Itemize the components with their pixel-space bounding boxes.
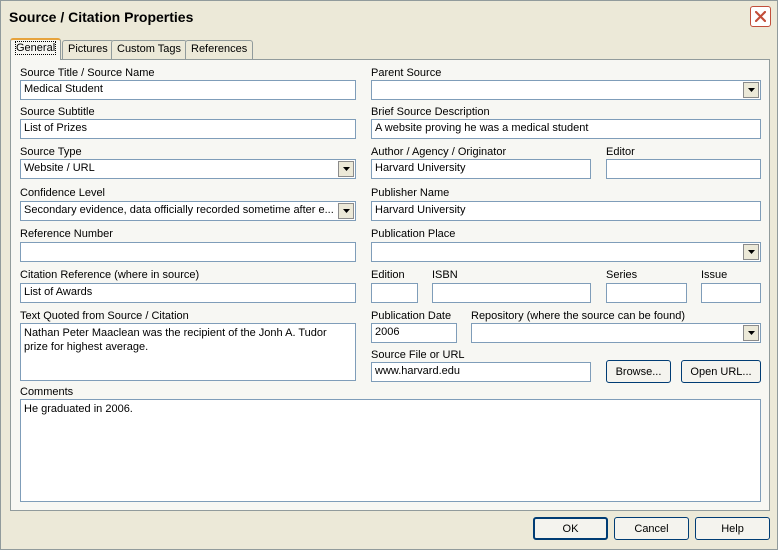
issue-input[interactable] — [701, 283, 761, 303]
parent-source-dropdown-arrow[interactable] — [743, 82, 759, 98]
comments-label: Comments — [20, 386, 74, 398]
author-label: Author / Agency / Originator — [371, 146, 507, 158]
close-button[interactable] — [750, 6, 771, 27]
publisher-name-label: Publisher Name — [371, 187, 450, 199]
edition-label: Edition — [371, 269, 405, 281]
brief-description-input[interactable]: A website proving he was a medical stude… — [371, 119, 761, 139]
text-quoted-label: Text Quoted from Source / Citation — [20, 310, 189, 322]
repository-select[interactable] — [471, 323, 761, 343]
repository-dropdown-arrow[interactable] — [743, 325, 759, 341]
source-title-label: Source Title / Source Name — [20, 67, 155, 79]
citation-reference-label: Citation Reference (where in source) — [20, 269, 200, 281]
editor-input[interactable] — [606, 159, 761, 179]
publication-place-dropdown-arrow[interactable] — [743, 244, 759, 260]
source-type-label: Source Type — [20, 146, 82, 158]
confidence-level-dropdown-arrow[interactable] — [338, 203, 354, 219]
dialog-window: Source / Citation Properties General Pic… — [0, 0, 778, 550]
comments-textarea[interactable]: He graduated in 2006. — [20, 399, 761, 502]
series-input[interactable] — [606, 283, 687, 303]
editor-label: Editor — [606, 146, 635, 158]
publisher-name-input[interactable]: Harvard University — [371, 201, 761, 221]
chevron-down-icon — [747, 331, 755, 335]
browse-button[interactable]: Browse... — [606, 360, 671, 383]
tab-general[interactable]: General — [10, 38, 62, 60]
reference-number-input[interactable] — [20, 242, 356, 262]
repository-label: Repository (where the source can be foun… — [471, 310, 686, 322]
text-quoted-textarea[interactable]: Nathan Peter Maaclean was the recipient … — [20, 323, 356, 381]
edition-input[interactable] — [371, 283, 418, 303]
chevron-down-icon — [342, 209, 350, 213]
source-title-input[interactable]: Medical Student — [20, 80, 356, 100]
confidence-level-label: Confidence Level — [20, 187, 106, 199]
tab-references[interactable]: References — [185, 40, 254, 59]
source-type-value: Website / URL — [24, 162, 95, 174]
tab-pictures[interactable]: Pictures — [62, 40, 114, 59]
citation-reference-input[interactable]: List of Awards — [20, 283, 356, 303]
cancel-button[interactable]: Cancel — [614, 517, 689, 540]
author-input[interactable]: Harvard University — [371, 159, 591, 179]
brief-description-label: Brief Source Description — [371, 106, 490, 118]
chevron-down-icon — [747, 250, 755, 254]
dialog-footer: OK Cancel Help — [1, 513, 777, 549]
publication-place-label: Publication Place — [371, 228, 456, 240]
source-file-input[interactable]: www.harvard.edu — [371, 362, 591, 382]
series-label: Series — [606, 269, 638, 281]
reference-number-label: Reference Number — [20, 228, 113, 240]
help-button[interactable]: Help — [695, 517, 770, 540]
source-type-dropdown-arrow[interactable] — [338, 161, 354, 177]
open-url-button[interactable]: Open URL... — [681, 360, 761, 383]
source-subtitle-input[interactable]: List of Prizes — [20, 119, 356, 139]
chevron-down-icon — [747, 88, 755, 92]
source-type-select[interactable]: Website / URL — [20, 159, 356, 179]
publication-date-label: Publication Date — [371, 310, 452, 322]
general-panel: Source Title / Source Name Medical Stude… — [10, 59, 770, 511]
isbn-label: ISBN — [432, 269, 458, 281]
parent-source-label: Parent Source — [371, 67, 442, 79]
ok-button[interactable]: OK — [533, 517, 608, 540]
window-title: Source / Citation Properties — [9, 9, 194, 25]
publication-date-input[interactable]: 2006 — [371, 323, 457, 343]
source-file-label: Source File or URL — [371, 349, 465, 361]
confidence-level-select[interactable]: Secondary evidence, data officially reco… — [20, 201, 356, 221]
issue-label: Issue — [701, 269, 728, 281]
isbn-input[interactable] — [432, 283, 591, 303]
close-icon — [755, 11, 766, 22]
confidence-level-value: Secondary evidence, data officially reco… — [24, 204, 334, 216]
publication-place-select[interactable] — [371, 242, 761, 262]
chevron-down-icon — [342, 167, 350, 171]
title-bar: Source / Citation Properties — [1, 1, 777, 32]
tab-custom-tags[interactable]: Custom Tags — [111, 40, 187, 59]
source-subtitle-label: Source Subtitle — [20, 106, 95, 118]
parent-source-select[interactable] — [371, 80, 761, 100]
